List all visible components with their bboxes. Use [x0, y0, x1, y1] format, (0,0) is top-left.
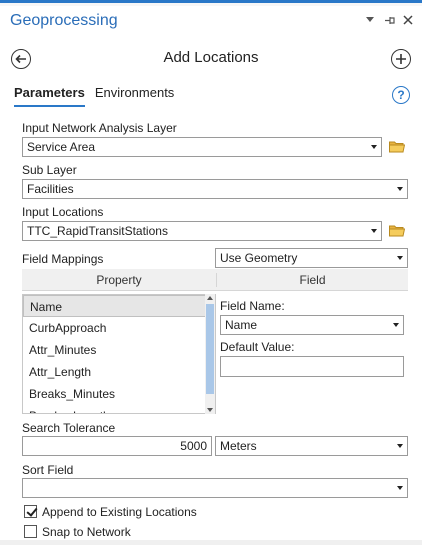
list-item[interactable]: Breaks_Length: [23, 405, 215, 413]
tool-title: Add Locations: [163, 49, 259, 66]
tool-tabs: Parameters Environments: [14, 85, 174, 107]
pane-titlebar: Geoprocessing: [0, 6, 422, 38]
pane-title: Geoprocessing: [10, 12, 118, 29]
geoprocessing-pane: Geoprocessing Add Locations Parameters E…: [0, 0, 422, 545]
default-value-label: Default Value:: [220, 340, 295, 354]
input-layer-value: Service Area: [27, 140, 96, 154]
list-item[interactable]: CurbApproach: [23, 317, 215, 339]
field-name-label: Field Name:: [220, 299, 285, 313]
pane-bottom-edge: [0, 540, 422, 545]
search-tolerance-units-dropdown[interactable]: Meters: [215, 436, 408, 456]
search-tolerance-value: 5000: [180, 439, 207, 453]
search-tolerance-units-value: Meters: [220, 439, 257, 453]
input-layer-dropdown[interactable]: Service Area: [22, 137, 382, 157]
scroll-up-icon[interactable]: [207, 296, 213, 300]
sub-layer-dropdown[interactable]: Facilities: [22, 179, 408, 199]
chevron-down-icon: [397, 256, 403, 260]
list-item[interactable]: Attr_Minutes: [23, 339, 215, 361]
auto-hide-pin-icon[interactable]: [383, 14, 395, 26]
input-layer-label: Input Network Analysis Layer: [22, 121, 177, 135]
input-locations-value: TTC_RapidTransitStations: [27, 224, 168, 238]
tab-environments[interactable]: Environments: [95, 85, 174, 107]
tab-parameters[interactable]: Parameters: [14, 85, 85, 107]
chevron-down-icon: [397, 444, 403, 448]
sort-field-dropdown[interactable]: [22, 478, 408, 498]
field-mappings-dropdown[interactable]: Use Geometry: [215, 248, 408, 268]
property-list[interactable]: Name CurbApproach Attr_Minutes Attr_Leng…: [22, 294, 216, 414]
list-item[interactable]: Name: [23, 295, 215, 317]
field-mappings-label: Field Mappings: [22, 252, 104, 266]
options-dropdown-icon[interactable]: [364, 14, 376, 26]
snap-to-network-label: Snap to Network: [42, 525, 131, 539]
scroll-thumb[interactable]: [206, 304, 214, 394]
property-list-scrollbar[interactable]: [205, 294, 215, 414]
search-tolerance-input[interactable]: 5000: [22, 436, 212, 456]
chevron-down-icon: [371, 229, 377, 233]
field-name-dropdown[interactable]: Name: [220, 315, 404, 335]
append-checkbox[interactable]: [24, 505, 37, 518]
chevron-down-icon: [397, 187, 403, 191]
list-item[interactable]: Attr_Length: [23, 361, 215, 383]
plus-icon: [396, 54, 406, 64]
field-name-value: Name: [225, 318, 258, 332]
chevron-down-icon: [397, 486, 403, 490]
folder-icon[interactable]: [389, 224, 405, 237]
sort-field-label: Sort Field: [22, 463, 74, 477]
scroll-down-icon[interactable]: [207, 408, 213, 412]
field-mappings-header: Property Field: [22, 269, 408, 291]
close-icon[interactable]: [402, 14, 414, 26]
chevron-down-icon: [393, 323, 399, 327]
list-item[interactable]: Breaks_Minutes: [23, 383, 215, 405]
field-column-header: Field: [216, 273, 408, 287]
tool-content: Add Locations Parameters Environments ? …: [0, 38, 422, 545]
chevron-down-icon: [371, 145, 377, 149]
snap-to-network-checkbox[interactable]: [24, 525, 37, 538]
input-locations-dropdown[interactable]: TTC_RapidTransitStations: [22, 221, 382, 241]
input-locations-label: Input Locations: [22, 205, 104, 219]
field-mappings-value: Use Geometry: [220, 251, 298, 265]
pane-controls: [364, 14, 414, 26]
append-label: Append to Existing Locations: [42, 505, 197, 519]
default-value-input[interactable]: [220, 356, 404, 377]
sub-layer-value: Facilities: [27, 182, 74, 196]
search-tolerance-label: Search Tolerance: [22, 421, 116, 435]
property-column-header: Property: [96, 273, 142, 287]
sub-layer-label: Sub Layer: [22, 163, 77, 177]
folder-icon[interactable]: [389, 140, 405, 153]
help-icon[interactable]: ?: [392, 86, 410, 104]
add-button[interactable]: [391, 49, 411, 69]
tool-header: Add Locations: [0, 38, 422, 78]
